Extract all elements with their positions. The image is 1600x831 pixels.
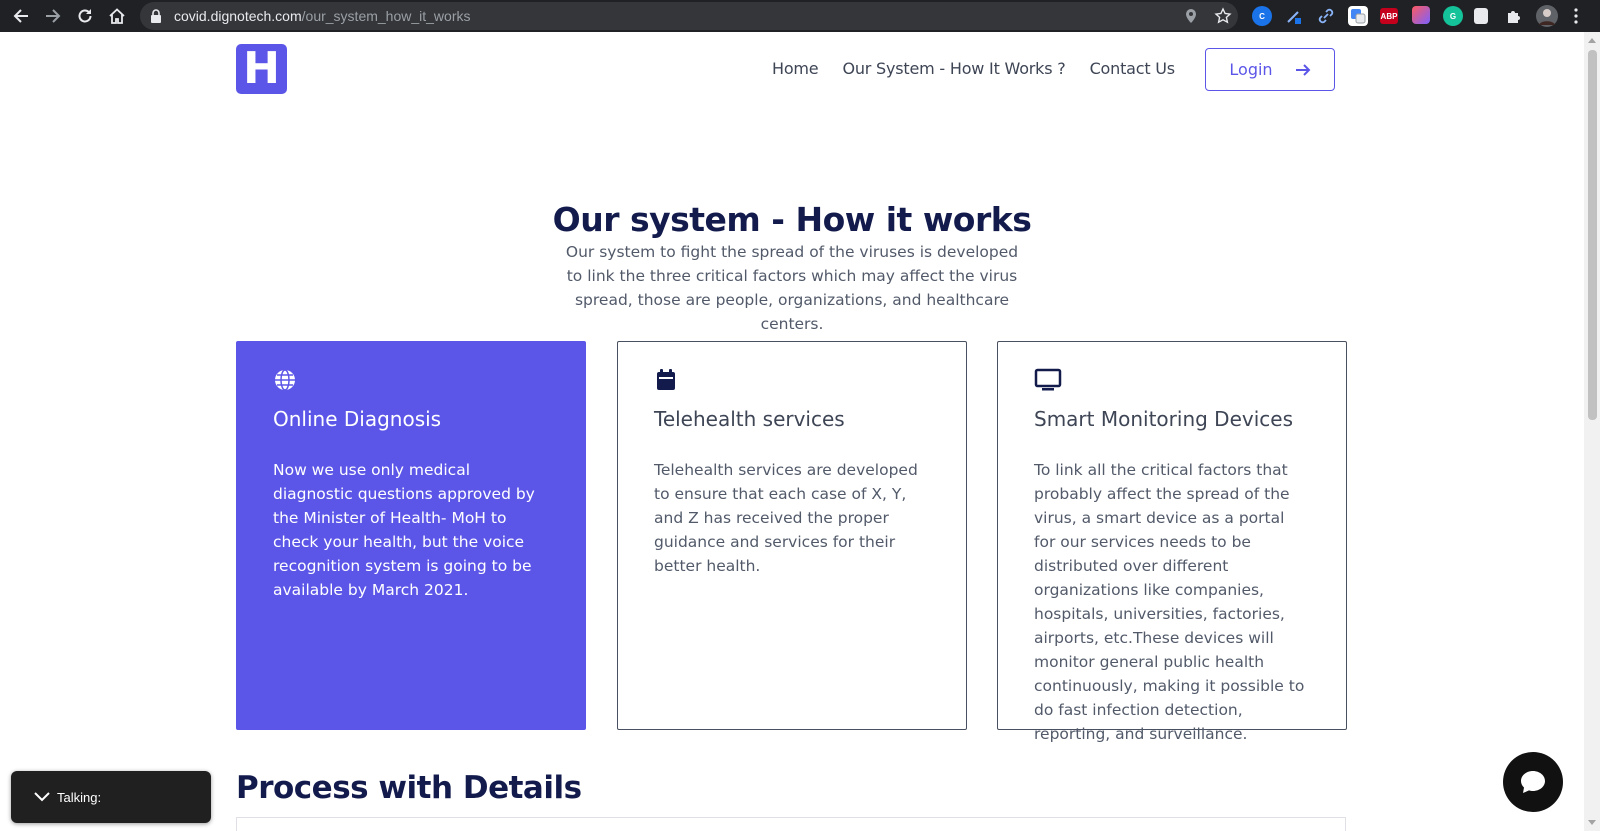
adblock-plus-icon[interactable]: ABP [1380, 8, 1398, 24]
extension-translate-icon[interactable] [1348, 6, 1368, 26]
talking-widget[interactable]: Talking: [11, 771, 211, 823]
profile-avatar-icon[interactable] [1536, 5, 1558, 27]
globe-icon [275, 369, 295, 391]
url-text: covid.dignotech.com/our_system_how_it_wo… [174, 8, 471, 24]
forward-button[interactable] [41, 4, 65, 28]
card-title: Online Diagnosis [273, 407, 442, 431]
scroll-thumb[interactable] [1588, 50, 1597, 420]
site-logo[interactable]: H [236, 44, 287, 94]
chat-icon [1521, 771, 1545, 793]
monitor-icon [1034, 368, 1062, 391]
home-icon [109, 8, 125, 24]
arrow-right-icon [1295, 63, 1310, 76]
card-text: To link all the critical factors that pr… [1034, 461, 1305, 743]
extension-book-icon[interactable] [1474, 8, 1488, 24]
extension-gradient-icon[interactable] [1412, 6, 1430, 24]
card-text: Telehealth services are developed to ens… [654, 461, 918, 575]
card-title: Smart Monitoring Devices [1034, 407, 1293, 431]
login-label: Login [1229, 60, 1273, 79]
card-online-diagnosis: Online Diagnosis Now we use only medical… [236, 341, 586, 730]
browser-menu-icon[interactable] [1566, 6, 1586, 26]
chat-button[interactable] [1503, 752, 1563, 812]
nav-our-system[interactable]: Our System - How It Works ? [842, 59, 1065, 78]
scroll-down-icon[interactable] [1588, 820, 1596, 825]
main-nav: Home Our System - How It Works ? Contact… [772, 59, 1175, 78]
back-button[interactable] [9, 4, 33, 28]
extensions-puzzle-icon[interactable] [1504, 6, 1524, 26]
card-title: Telehealth services [654, 407, 845, 431]
location-pin-icon[interactable] [1182, 7, 1200, 25]
reload-icon [78, 9, 92, 23]
grammarly-icon[interactable]: G [1443, 6, 1463, 26]
calendar-icon [657, 369, 675, 390]
reload-button[interactable] [73, 4, 97, 28]
lock-icon [151, 9, 161, 23]
nav-contact-us[interactable]: Contact Us [1090, 59, 1176, 78]
card-text: Now we use only medical diagnostic quest… [273, 461, 535, 599]
extension-pen-icon[interactable] [1284, 6, 1304, 26]
logo-letter: H [243, 43, 280, 94]
forward-arrow-icon [46, 9, 61, 23]
talking-label: Talking: [57, 789, 102, 805]
page-title: Our system - How it works [552, 200, 1032, 239]
page-viewport: H Home Our System - How It Works ? Conta… [0, 32, 1584, 831]
login-button[interactable]: Login [1205, 48, 1335, 91]
back-arrow-icon [13, 9, 28, 23]
chevron-down-icon[interactable] [33, 791, 51, 803]
scroll-up-icon[interactable] [1588, 38, 1596, 43]
process-title: Process with Details [236, 770, 582, 806]
address-bar[interactable]: covid.dignotech.com/our_system_how_it_wo… [140, 2, 1238, 30]
page-scrollbar[interactable] [1584, 32, 1600, 831]
bookmark-star-icon[interactable] [1214, 7, 1232, 25]
page-description: Our system to fight the spread of the vi… [565, 243, 1019, 333]
browser-toolbar: covid.dignotech.com/our_system_how_it_wo… [0, 0, 1600, 32]
nav-home[interactable]: Home [772, 59, 819, 78]
card-smart-monitoring: Smart Monitoring Devices To link all the… [997, 341, 1347, 743]
home-button[interactable] [105, 4, 129, 28]
process-container [236, 817, 1346, 831]
extension-c-icon[interactable]: C [1252, 6, 1272, 26]
card-telehealth: Telehealth services Telehealth services … [617, 341, 967, 730]
extension-link-icon[interactable] [1316, 6, 1336, 26]
